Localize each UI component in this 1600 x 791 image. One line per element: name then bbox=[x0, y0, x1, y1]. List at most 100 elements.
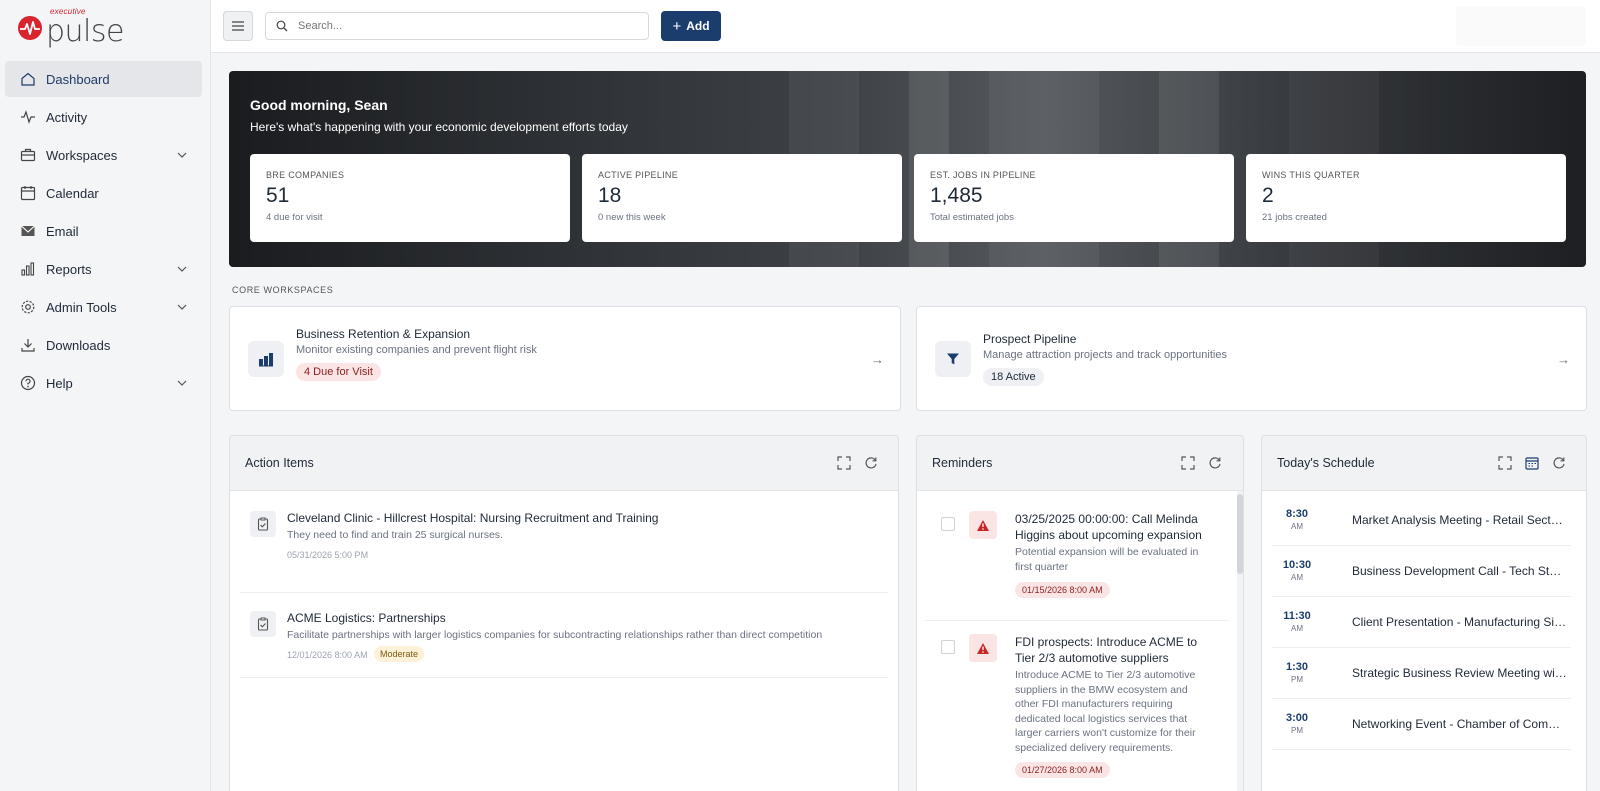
sidebar-item-workspaces[interactable]: Workspaces bbox=[5, 137, 202, 173]
expand-icon[interactable] bbox=[1498, 456, 1512, 470]
sidebar-nav: Dashboard Activity Workspaces Calendar E… bbox=[5, 61, 202, 403]
action-item-description: They need to find and train 25 surgical … bbox=[287, 529, 503, 541]
panel-title: Action Items bbox=[245, 456, 314, 470]
chevron-down-icon[interactable] bbox=[176, 263, 188, 275]
schedule-item[interactable]: 11:30 AM Client Presentation - Manufactu… bbox=[1272, 598, 1571, 648]
workspace-card-bre[interactable]: Business Retention & Expansion Monitor e… bbox=[229, 306, 901, 411]
workspace-badge: 4 Due for Visit bbox=[296, 363, 381, 381]
workspace-card-prospect[interactable]: Prospect Pipeline Manage attraction proj… bbox=[916, 306, 1587, 411]
sidebar-item-label: Calendar bbox=[46, 185, 99, 201]
action-item-description: Facilitate partnerships with larger logi… bbox=[287, 629, 823, 641]
sidebar-item-calendar[interactable]: Calendar bbox=[5, 175, 202, 211]
bar-chart-icon bbox=[20, 261, 36, 277]
action-item[interactable]: Cleveland Clinic - Hillcrest Hospital: N… bbox=[240, 511, 888, 593]
scrollbar-thumb[interactable] bbox=[1237, 494, 1243, 574]
workspace-badge: 18 Active bbox=[983, 368, 1044, 386]
reminder-item[interactable]: FDI prospects: Introduce ACME to Tier 2/… bbox=[925, 623, 1229, 791]
schedule-title: Business Development Call - Tech Startup bbox=[1352, 564, 1567, 578]
chevron-down-icon[interactable] bbox=[176, 149, 188, 161]
stat-value: 1,485 bbox=[930, 184, 983, 207]
greeting-subtitle: Here's what's happening with your econom… bbox=[250, 120, 628, 134]
menu-toggle-button[interactable] bbox=[223, 11, 253, 41]
chevron-down-icon[interactable] bbox=[176, 301, 188, 313]
reminder-date: 01/27/2026 8:00 AM bbox=[1015, 762, 1110, 778]
reminder-title: 03/25/2025 00:00:00: Call Melinda Higgin… bbox=[1015, 512, 1202, 542]
help-icon bbox=[20, 375, 36, 391]
stat-card-wins-quarter[interactable]: WINS THIS QUARTER 2 21 jobs created bbox=[1246, 154, 1566, 242]
stat-value: 2 bbox=[1262, 184, 1274, 207]
calendar-icon bbox=[20, 185, 36, 201]
refresh-icon[interactable] bbox=[1552, 456, 1566, 470]
stat-card-bre-companies[interactable]: BRE COMPANIES 51 4 due for visit bbox=[250, 154, 570, 242]
mail-icon bbox=[20, 223, 36, 239]
sidebar-item-email[interactable]: Email bbox=[5, 213, 202, 249]
reminder-title: FDI prospects: Introduce ACME to Tier 2/… bbox=[1015, 635, 1198, 665]
schedule-item[interactable]: 3:00 PM Networking Event - Chamber of Co… bbox=[1272, 700, 1571, 750]
stat-label: BRE COMPANIES bbox=[266, 170, 345, 180]
download-icon bbox=[20, 337, 36, 353]
stat-card-active-pipeline[interactable]: ACTIVE PIPELINE 18 0 new this week bbox=[582, 154, 902, 242]
schedule-time: 1:30 bbox=[1285, 661, 1309, 673]
workspace-title: Prospect Pipeline bbox=[983, 332, 1077, 346]
sidebar-item-admin-tools[interactable]: Admin Tools bbox=[5, 289, 202, 325]
brand-name: pulse bbox=[46, 14, 124, 49]
reminder-checkbox[interactable] bbox=[941, 640, 955, 654]
expand-icon[interactable] bbox=[837, 456, 851, 470]
schedule-time: 3:00 bbox=[1285, 712, 1309, 724]
hamburger-icon bbox=[232, 21, 244, 31]
action-item[interactable]: ACME Logistics: Partnerships Facilitate … bbox=[240, 593, 888, 678]
stat-value: 18 bbox=[598, 184, 622, 207]
schedule-item[interactable]: 10:30 AM Business Development Call - Tec… bbox=[1272, 547, 1571, 597]
sidebar-item-help[interactable]: Help bbox=[5, 365, 202, 401]
action-item-title: ACME Logistics: Partnerships bbox=[287, 611, 446, 625]
funnel-icon bbox=[935, 341, 971, 377]
chevron-down-icon[interactable] bbox=[176, 377, 188, 389]
sidebar-item-reports[interactable]: Reports bbox=[5, 251, 202, 287]
brand-logo[interactable]: executive pulse bbox=[18, 7, 124, 49]
sidebar-item-dashboard[interactable]: Dashboard bbox=[5, 61, 202, 97]
add-button[interactable]: + Add bbox=[661, 11, 721, 41]
expand-icon[interactable] bbox=[1181, 456, 1195, 470]
stat-label: ACTIVE PIPELINE bbox=[598, 170, 679, 180]
warning-icon bbox=[969, 634, 997, 662]
welcome-hero: Good morning, Sean Here's what's happeni… bbox=[229, 71, 1586, 267]
stat-subtext: Total estimated jobs bbox=[930, 212, 1014, 223]
schedule-ampm: AM bbox=[1291, 573, 1303, 582]
pulse-logo-icon bbox=[18, 16, 42, 40]
refresh-icon[interactable] bbox=[864, 456, 878, 470]
schedule-item[interactable]: 1:30 PM Strategic Business Review Meetin… bbox=[1272, 649, 1571, 699]
schedule-item[interactable]: 8:30 AM Market Analysis Meeting - Retail… bbox=[1272, 496, 1571, 546]
clipboard-check-icon bbox=[250, 511, 276, 537]
workspace-title: Business Retention & Expansion bbox=[296, 327, 471, 341]
action-items-panel: Action Items Cleveland Clinic - Hillcres… bbox=[229, 435, 899, 791]
panel-header: Today's Schedule bbox=[1262, 436, 1586, 491]
reminder-description: Potential expansion will be evaluated in… bbox=[1015, 546, 1199, 573]
schedule-time: 8:30 bbox=[1285, 508, 1309, 520]
arrow-right-icon[interactable]: → bbox=[1557, 352, 1570, 367]
sidebar-item-downloads[interactable]: Downloads bbox=[5, 327, 202, 363]
schedule-title: Networking Event - Chamber of Commerce bbox=[1352, 717, 1567, 731]
panel-title: Reminders bbox=[932, 456, 993, 470]
reminder-date: 01/15/2026 8:00 AM bbox=[1015, 582, 1110, 598]
core-workspaces-heading: CORE WORKSPACES bbox=[232, 285, 334, 295]
warning-icon bbox=[969, 511, 997, 539]
reminders-panel: Reminders 03/25/2025 00:00:00: Call Meli… bbox=[916, 435, 1244, 791]
user-menu-area[interactable] bbox=[1456, 6, 1586, 46]
brand-small: executive bbox=[50, 7, 86, 16]
arrow-right-icon[interactable]: → bbox=[871, 352, 884, 367]
action-item-title: Cleveland Clinic - Hillcrest Hospital: N… bbox=[287, 511, 659, 525]
clipboard-check-icon bbox=[250, 611, 276, 637]
top-bar: + Add bbox=[211, 0, 1600, 53]
workspace-description: Manage attraction projects and track opp… bbox=[983, 349, 1227, 361]
stat-subtext: 21 jobs created bbox=[1262, 212, 1327, 223]
sidebar-item-activity[interactable]: Activity bbox=[5, 99, 202, 135]
sidebar-item-label: Workspaces bbox=[46, 147, 118, 163]
search-box[interactable] bbox=[265, 12, 649, 40]
stat-card-est-jobs[interactable]: EST. JOBS IN PIPELINE 1,485 Total estima… bbox=[914, 154, 1234, 242]
reminder-item[interactable]: 03/25/2025 00:00:00: Call Melinda Higgin… bbox=[925, 511, 1229, 621]
calendar-icon[interactable] bbox=[1525, 456, 1539, 470]
search-input[interactable] bbox=[298, 20, 628, 32]
reminder-checkbox[interactable] bbox=[941, 517, 955, 531]
refresh-icon[interactable] bbox=[1208, 456, 1222, 470]
search-icon bbox=[276, 20, 288, 32]
